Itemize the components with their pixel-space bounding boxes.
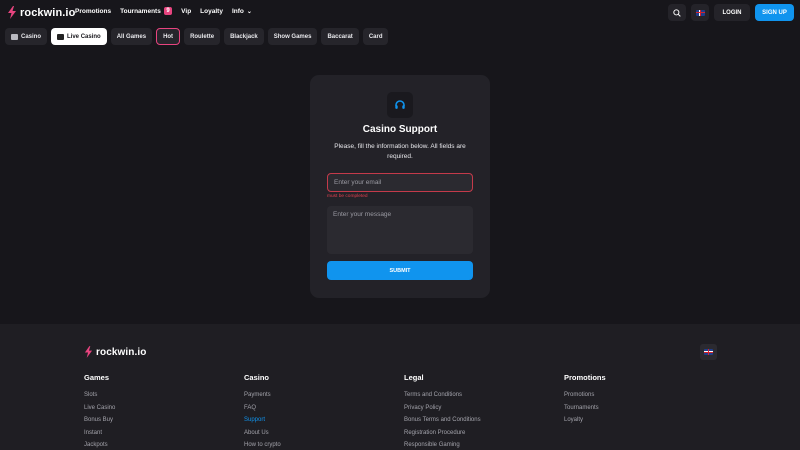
nav-label: Info bbox=[231, 7, 244, 15]
tab-baccarat[interactable]: Baccarat bbox=[321, 28, 359, 45]
footer-link[interactable]: Slots bbox=[84, 389, 115, 402]
uk-flag-icon bbox=[704, 349, 713, 355]
submit-button[interactable]: SUBMIT bbox=[327, 261, 473, 280]
tab-card[interactable]: Card bbox=[362, 28, 389, 45]
message-field[interactable] bbox=[327, 206, 473, 254]
footer-col-title: Games bbox=[84, 373, 110, 382]
top-header: rockwin.io Promotions Tournaments 9 Vip L… bbox=[0, 0, 800, 26]
support-title: Casino Support bbox=[362, 124, 438, 135]
footer-col-games: Games Slots Live Casino Bonus Buy Instan… bbox=[84, 373, 115, 450]
logo-text: rockwin.io bbox=[20, 6, 76, 19]
tab-hot[interactable]: Hot bbox=[156, 28, 181, 45]
tab-all-games[interactable]: All Games bbox=[110, 28, 153, 45]
footer-link[interactable]: Tournaments bbox=[564, 402, 606, 415]
support-card: Casino Support Please, fill the informat… bbox=[310, 75, 490, 298]
footer-link[interactable]: Jackpots bbox=[84, 439, 115, 450]
email-field[interactable] bbox=[327, 173, 473, 192]
footer-col-casino: Casino Payments FAQ Support About Us How… bbox=[244, 373, 281, 450]
language-button[interactable] bbox=[691, 4, 709, 21]
footer: rockwin.io Games Slots Live Casino Bonus… bbox=[0, 324, 800, 450]
tab-show-games[interactable]: Show Games bbox=[267, 28, 318, 45]
nav-promotions[interactable]: Promotions bbox=[75, 8, 111, 15]
footer-col-title: Legal bbox=[404, 373, 424, 382]
tournaments-count-badge: 9 bbox=[163, 7, 173, 15]
tab-label: Hot bbox=[163, 33, 174, 40]
footer-col-title: Casino bbox=[244, 373, 270, 382]
footer-link[interactable]: Instant bbox=[84, 427, 115, 440]
footer-link[interactable]: About Us bbox=[244, 427, 281, 440]
nav-vip[interactable]: Vip bbox=[181, 8, 191, 15]
support-subtitle: Please, fill the information below. All … bbox=[334, 143, 466, 160]
nav-label: Loyalty bbox=[200, 7, 223, 15]
tab-label: Card bbox=[368, 33, 383, 40]
tab-label: Blackjack bbox=[230, 33, 258, 40]
tab-live-casino[interactable]: Live Casino bbox=[51, 28, 107, 45]
email-error-text: must be completed bbox=[327, 194, 368, 199]
tab-label: All Games bbox=[116, 33, 147, 40]
login-button[interactable]: LOGIN bbox=[714, 4, 750, 21]
footer-col-title: Promotions bbox=[564, 373, 606, 382]
logo-text: rockwin.io bbox=[96, 346, 147, 358]
footer-logo[interactable]: rockwin.io bbox=[84, 346, 146, 358]
footer-link[interactable]: Live Casino bbox=[84, 402, 115, 415]
nav-label: Tournaments bbox=[120, 7, 161, 15]
footer-link[interactable]: Loyalty bbox=[564, 414, 606, 427]
tab-label: Live Casino bbox=[67, 33, 101, 40]
footer-link[interactable]: Bonus Buy bbox=[84, 414, 115, 427]
tab-label: Casino bbox=[21, 33, 42, 40]
uk-flag-icon bbox=[695, 9, 705, 16]
footer-link[interactable]: Terms and Conditions bbox=[404, 389, 481, 402]
nav-label: Promotions bbox=[75, 7, 112, 15]
tab-label: Baccarat bbox=[327, 33, 353, 40]
footer-link[interactable]: How to crypto bbox=[244, 439, 281, 450]
category-tabs: Casino Live Casino All Games Hot Roulett… bbox=[5, 28, 389, 45]
play-icon bbox=[57, 33, 65, 40]
footer-link[interactable]: Payments bbox=[244, 389, 281, 402]
tab-label: Show Games bbox=[273, 33, 312, 40]
footer-link[interactable]: Registration Procedure bbox=[404, 427, 481, 440]
footer-link[interactable]: Bonus Terms and Conditions bbox=[404, 414, 481, 427]
footer-link[interactable]: FAQ bbox=[244, 402, 281, 415]
tab-label: Roulette bbox=[190, 33, 215, 40]
nav-label: Vip bbox=[181, 7, 192, 15]
footer-link[interactable]: Promotions bbox=[564, 389, 606, 402]
footer-col-promotions: Promotions Promotions Tournaments Loyalt… bbox=[564, 373, 606, 427]
nav-tournaments[interactable]: Tournaments 9 bbox=[120, 7, 173, 15]
casino-icon bbox=[11, 33, 18, 40]
signup-button[interactable]: SIGN UP bbox=[755, 4, 794, 21]
tab-blackjack[interactable]: Blackjack bbox=[224, 28, 264, 45]
lightning-logo-icon bbox=[8, 6, 16, 19]
tab-casino[interactable]: Casino bbox=[5, 28, 48, 45]
site-logo[interactable]: rockwin.io bbox=[7, 6, 75, 19]
chevron-down-icon: ⌄ bbox=[246, 8, 252, 15]
footer-link[interactable]: Responsible Gaming bbox=[404, 439, 481, 450]
footer-language-button[interactable] bbox=[700, 344, 717, 360]
footer-link-support-active[interactable]: Support bbox=[244, 414, 281, 427]
headset-icon bbox=[387, 92, 413, 118]
header-actions: LOGIN SIGN UP bbox=[668, 4, 794, 21]
nav-loyalty[interactable]: Loyalty bbox=[200, 8, 223, 15]
main-nav: Promotions Tournaments 9 Vip Loyalty Info… bbox=[75, 7, 252, 15]
lightning-logo-icon bbox=[84, 346, 93, 358]
nav-info-dropdown[interactable]: Info ⌄ bbox=[232, 8, 252, 15]
search-icon bbox=[673, 8, 681, 17]
tab-roulette[interactable]: Roulette bbox=[184, 28, 221, 45]
search-button[interactable] bbox=[668, 4, 686, 21]
footer-col-legal: Legal Terms and Conditions Privacy Polic… bbox=[404, 373, 481, 450]
footer-link[interactable]: Privacy Policy bbox=[404, 402, 481, 415]
